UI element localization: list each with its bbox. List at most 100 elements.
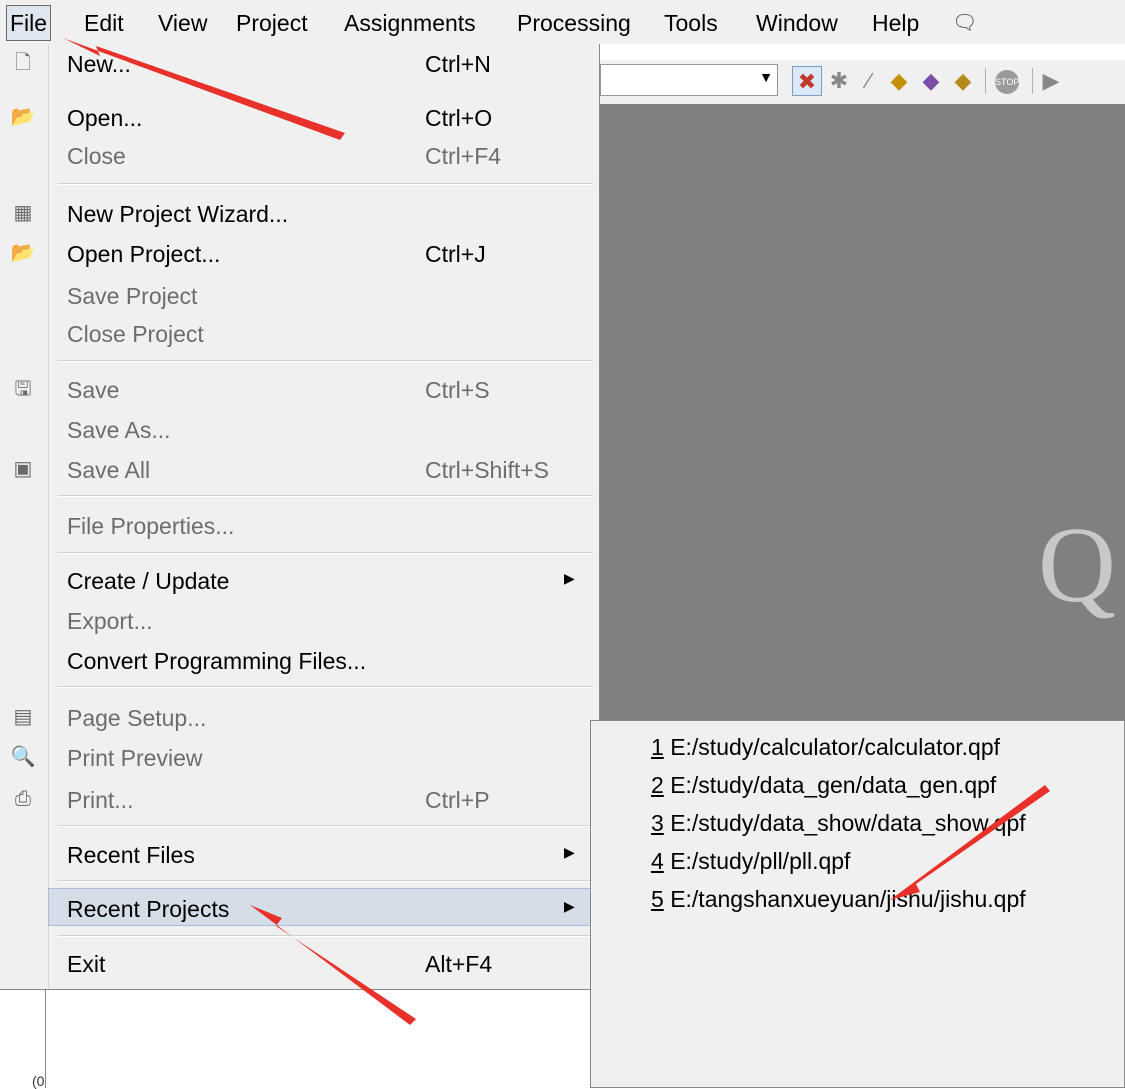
recent-project-number: 1 — [651, 734, 664, 760]
recent-project-item[interactable]: 4 E:/study/pll/pll.qpf — [651, 847, 850, 875]
chevron-down-icon[interactable]: ▼ — [759, 69, 773, 85]
submenu-arrow-icon: ▶ — [564, 844, 575, 860]
recent-project-path: E:/study/calculator/calculator.qpf — [670, 734, 1001, 760]
menu-item-label: Create / Update — [67, 568, 230, 594]
menu-item-exit[interactable]: Exit Alt+F4 — [0, 944, 598, 982]
menu-item-label: New... — [67, 51, 131, 77]
pencil-icon[interactable]: ∕ — [854, 66, 884, 96]
menu-item-new-project-wizard[interactable]: ▦ New Project Wizard... — [0, 194, 598, 232]
menu-item-print[interactable]: ⎙ Print... Ctrl+P — [0, 780, 598, 818]
menu-item-label: Recent Files — [67, 842, 195, 868]
menu-item-label: Recent Projects — [67, 896, 230, 922]
menu-item-label: File Properties... — [67, 513, 235, 539]
stop-icon[interactable]: STOP — [992, 66, 1022, 96]
help-hint-icon[interactable]: 🗨 — [952, 10, 977, 35]
assembler-icon[interactable]: ◆ — [916, 66, 946, 96]
entity-combo[interactable]: ▼ — [600, 64, 778, 96]
menu-separator — [58, 880, 593, 882]
menu-item-recent-files[interactable]: Recent Files ▶ — [0, 835, 598, 873]
menu-item-file-properties[interactable]: File Properties... — [0, 506, 598, 544]
timing-icon[interactable]: ◆ — [948, 66, 978, 96]
menu-item-save-project[interactable]: Save Project — [0, 276, 598, 314]
menu-item-open-project[interactable]: 📂 Open Project... Ctrl+J — [0, 234, 598, 272]
recent-projects-submenu: 1 E:/study/calculator/calculator.qpf 2 E… — [590, 720, 1125, 1088]
menu-item-shortcut: Ctrl+P — [425, 787, 490, 813]
menu-item-label: Exit — [67, 951, 106, 977]
menu-item-label: Page Setup... — [67, 705, 207, 731]
recent-project-number: 5 — [651, 886, 664, 912]
recent-project-path: E:/study/data_show/data_show.qpf — [670, 810, 1026, 836]
menu-item-shortcut: Ctrl+F4 — [425, 143, 502, 169]
menu-item-save[interactable]: 🖫 Save Ctrl+S — [0, 370, 598, 408]
menu-item-label: Save All — [67, 457, 151, 483]
menu-item-open[interactable]: 📂 Open... Ctrl+O — [0, 98, 598, 136]
menu-item-shortcut: Ctrl+N — [425, 51, 491, 77]
save-all-icon: ▣ — [13, 458, 33, 480]
recent-project-item[interactable]: 2 E:/study/data_gen/data_gen.qpf — [651, 771, 996, 799]
recent-project-number: 4 — [651, 848, 664, 874]
menu-item-convert-programming-files[interactable]: Convert Programming Files... — [0, 641, 598, 679]
menu-view[interactable]: View — [154, 9, 211, 37]
menu-item-label: Close Project — [67, 321, 204, 347]
workspace — [600, 104, 1125, 724]
save-icon: 🖫 — [14, 378, 32, 400]
stop-label: STOP — [995, 69, 1019, 94]
compile-chip-icon[interactable]: ✖ — [792, 66, 822, 96]
menu-separator — [58, 686, 593, 688]
play-icon[interactable]: ▶ — [1036, 66, 1066, 96]
print-preview-icon: 🔍 — [10, 746, 36, 768]
menu-tools[interactable]: Tools — [660, 9, 722, 37]
menubar: File Edit View Project Assignments Proce… — [0, 0, 1125, 44]
menu-item-close-project[interactable]: Close Project — [0, 314, 598, 352]
menu-item-print-preview[interactable]: 🔍 Print Preview — [0, 738, 598, 776]
quartus-logo: Q — [1038, 506, 1116, 625]
menu-help[interactable]: Help — [868, 9, 923, 37]
menu-item-create-update[interactable]: Create / Update ▶ — [0, 561, 598, 599]
menu-assignments[interactable]: Assignments — [340, 9, 480, 37]
menu-item-export[interactable]: Export... — [0, 601, 598, 639]
menu-item-new[interactable]: 🗋 New... Ctrl+N — [0, 44, 598, 82]
recent-project-path: E:/study/pll/pll.qpf — [670, 848, 851, 874]
menu-item-label: Save — [67, 377, 120, 403]
menu-separator — [58, 183, 593, 185]
menu-item-recent-projects[interactable]: Recent Projects ▶ — [48, 888, 593, 926]
menu-project[interactable]: Project — [232, 9, 312, 37]
submenu-arrow-icon: ▶ — [564, 570, 575, 586]
menu-item-save-as[interactable]: Save As... — [0, 410, 598, 448]
menu-separator — [58, 825, 593, 827]
submenu-arrow-icon: ▶ — [564, 898, 575, 914]
menu-item-label: Save As... — [67, 417, 171, 443]
menu-item-close[interactable]: Close Ctrl+F4 — [0, 136, 598, 174]
menu-item-label: Convert Programming Files... — [67, 648, 367, 674]
menu-item-shortcut: Ctrl+S — [425, 377, 490, 403]
analysis-icon[interactable]: ✱ — [824, 66, 854, 96]
project-wizard-icon: ▦ — [13, 202, 33, 224]
recent-project-number: 2 — [651, 772, 664, 798]
menu-item-label: New Project Wizard... — [67, 201, 289, 227]
open-project-icon: 📂 — [10, 242, 36, 264]
open-folder-icon: 📂 — [10, 106, 36, 128]
file-menu: 🗋 New... Ctrl+N 📂 Open... Ctrl+O Close C… — [0, 44, 600, 990]
menu-item-label: Export... — [67, 608, 153, 634]
menu-item-shortcut: Alt+F4 — [425, 951, 493, 977]
recent-project-item[interactable]: 1 E:/study/calculator/calculator.qpf — [651, 733, 1000, 761]
menu-separator — [58, 360, 593, 362]
menu-file[interactable]: File — [6, 5, 52, 41]
recent-project-path: E:/tangshanxueyuan/jishu/jishu.qpf — [670, 886, 1026, 912]
menu-edit[interactable]: Edit — [80, 9, 128, 37]
new-file-icon: 🗋 — [14, 52, 32, 74]
menu-item-shortcut: Ctrl+Shift+S — [425, 457, 549, 483]
menu-item-label: Print... — [67, 787, 134, 813]
pane-tick-label: (0 — [32, 1073, 45, 1089]
menu-item-shortcut: Ctrl+J — [425, 241, 486, 267]
fitter-icon[interactable]: ◆ — [884, 66, 914, 96]
printer-icon: ⎙ — [15, 788, 31, 810]
toolbar-separator — [985, 68, 986, 94]
menu-separator — [58, 495, 593, 497]
recent-project-item[interactable]: 5 E:/tangshanxueyuan/jishu/jishu.qpf — [651, 885, 1026, 913]
menu-window[interactable]: Window — [752, 9, 842, 37]
menu-processing[interactable]: Processing — [513, 9, 635, 37]
recent-project-item[interactable]: 3 E:/study/data_show/data_show.qpf — [651, 809, 1026, 837]
menu-item-page-setup[interactable]: ▤ Page Setup... — [0, 698, 598, 736]
menu-item-save-all[interactable]: ▣ Save All Ctrl+Shift+S — [0, 450, 598, 488]
